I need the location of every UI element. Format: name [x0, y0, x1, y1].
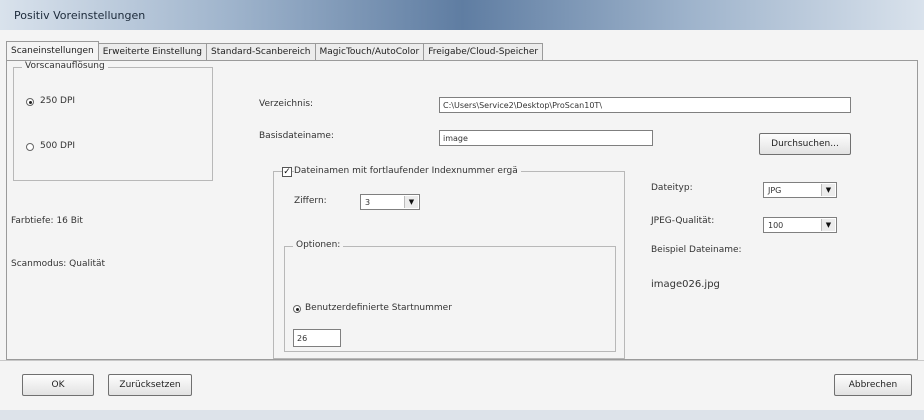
basename-label: Basisdateiname: [259, 131, 334, 141]
filetype-label: Dateityp: [651, 183, 693, 193]
tab-share-cloud[interactable]: Freigabe/Cloud-Speicher [423, 43, 544, 60]
scan-mode-text: Scanmodus: Qualität [11, 259, 106, 269]
radio-250-dpi[interactable] [26, 98, 34, 106]
reset-button[interactable]: Zurücksetzen [108, 374, 192, 396]
title-bar[interactable]: Positiv Voreinstellungen [0, 0, 924, 30]
tab-panel-scan-settings: Vorscanauflösung 250 DPI 500 DPI Farbtie… [6, 60, 918, 360]
custom-start-number-label: Benutzerdefinierte Startnummer [305, 303, 452, 313]
example-filename-value: image026.jpg [651, 279, 720, 290]
bottom-frame [0, 410, 924, 420]
filetype-select[interactable]: JPG ▼ [763, 182, 837, 198]
digits-select[interactable]: 3 ▼ [360, 194, 420, 210]
radio-250-dpi-label: 250 DPI [40, 96, 76, 106]
prescan-resolution-legend: Vorscanauflösung [22, 61, 108, 71]
example-filename-label: Beispiel Dateiname: [651, 245, 742, 255]
jpeg-quality-select-value: 100 [768, 220, 784, 230]
basename-input[interactable]: image [439, 130, 653, 146]
tab-scan-settings[interactable]: Scaneinstellungen [6, 41, 99, 60]
options-legend: Optionen: [293, 240, 344, 250]
prescan-resolution-group: Vorscanauflösung 250 DPI 500 DPI [13, 61, 213, 181]
tab-advanced-settings[interactable]: Erweiterte Einstellung [97, 43, 207, 60]
footer-separator [0, 360, 924, 361]
jpeg-quality-label: JPEG-Qualität: [651, 216, 715, 226]
browse-button[interactable]: Durchsuchen... [759, 133, 851, 155]
options-group: Optionen: Benutzerdefinierte Startnummer… [284, 240, 616, 352]
jpeg-quality-select[interactable]: 100 ▼ [763, 217, 837, 233]
tab-default-scan-area[interactable]: Standard-Scanbereich [206, 43, 316, 60]
directory-label: Verzeichnis: [259, 99, 314, 109]
dialog-body: Scaneinstellungen Erweiterte Einstellung… [0, 30, 924, 420]
chevron-down-icon: ▼ [404, 196, 418, 208]
start-number-input[interactable]: 26 [293, 329, 341, 347]
directory-input[interactable]: C:\Users\Service2\Desktop\ProScan10T\ [439, 97, 851, 113]
index-number-group: ✓ Dateinamen mit fortlaufender Indexnumm… [273, 166, 625, 359]
radio-custom-start-number[interactable] [293, 305, 301, 313]
index-number-checkbox[interactable]: ✓ [282, 167, 292, 177]
digits-label: Ziffern: [294, 196, 327, 206]
window-title: Positiv Voreinstellungen [14, 9, 146, 22]
digits-select-value: 3 [365, 197, 371, 207]
tab-bar: Scaneinstellungen Erweiterte Einstellung… [6, 41, 544, 60]
cancel-button[interactable]: Abbrechen [834, 374, 912, 396]
color-depth-text: Farbtiefe: 16 Bit [11, 216, 83, 226]
tab-magictouch-autocolor[interactable]: MagicTouch/AutoColor [314, 43, 425, 60]
radio-500-dpi[interactable] [26, 143, 34, 151]
index-number-checkbox-label: Dateinamen mit fortlaufender Indexnummer… [294, 166, 521, 176]
chevron-down-icon: ▼ [821, 184, 835, 196]
chevron-down-icon: ▼ [821, 219, 835, 231]
ok-button[interactable]: OK [22, 374, 94, 396]
radio-500-dpi-label: 500 DPI [40, 141, 76, 151]
filetype-select-value: JPG [768, 185, 782, 195]
